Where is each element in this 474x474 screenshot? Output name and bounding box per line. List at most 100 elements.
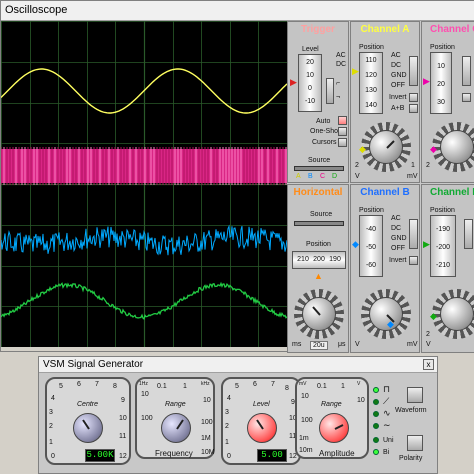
square-wave-icon: ⊓ — [383, 384, 391, 394]
channel-d-position-drum[interactable]: -190 -200 -210 — [430, 215, 456, 277]
scale-tick: 2 — [49, 423, 53, 430]
scale-tick: 11 — [119, 433, 127, 440]
drum-value: 120 — [365, 72, 377, 79]
scale-tick: 1 — [49, 439, 53, 446]
channel-b-position-drum[interactable]: -40 -50 -60 — [359, 215, 383, 277]
trigger-edge-switch[interactable] — [326, 78, 334, 104]
scale-tick: 1 — [183, 383, 187, 390]
drum-value: -50 — [365, 244, 377, 251]
knob-scale-left: 2 — [355, 162, 359, 169]
drum-value: -190 — [435, 226, 450, 233]
generator-titlebar[interactable]: VSM Signal Generator x — [39, 357, 437, 373]
horizontal-source-slider[interactable] — [294, 221, 344, 226]
trigger-source-slider[interactable] — [294, 166, 344, 171]
mode-gnd: GND — [391, 235, 407, 242]
invert-label: Invert — [389, 94, 407, 101]
channel-d-volts-knob[interactable] — [440, 297, 474, 331]
scale-tick: 8 — [113, 383, 117, 390]
channel-a-volts-knob[interactable] — [369, 130, 403, 164]
scale-tick: 1M — [201, 435, 211, 442]
horizontal-section: Horizontal Source Position 210 200 190 ▲… — [287, 184, 349, 353]
unit-left: V — [355, 173, 360, 180]
channel-c-title: Channel C — [430, 24, 474, 35]
horizontal-position-label: Position — [306, 241, 331, 248]
amplitude-range-knob[interactable] — [319, 413, 349, 443]
scale-tick: 10M — [201, 449, 215, 456]
level-label: Level — [253, 401, 270, 408]
waveform-label: Waveform — [395, 407, 427, 414]
drum-value: 140 — [365, 102, 377, 109]
scale-tick: 0.1 — [157, 383, 167, 390]
unit-right: mV — [407, 341, 418, 348]
close-button[interactable]: x — [423, 359, 434, 370]
scale-tick: 10 — [203, 397, 211, 404]
channel-b-invert-button[interactable] — [409, 256, 418, 265]
led-uni — [373, 437, 379, 443]
knob-scale-right: 1 — [411, 162, 415, 169]
centre-lcd: 5.00K — [85, 449, 115, 462]
scale-tick: 6 — [77, 381, 81, 388]
polarity-button[interactable] — [407, 435, 423, 451]
knob-pointer-icon — [256, 419, 264, 430]
scope-display — [0, 21, 288, 348]
scale-tick: 0 — [51, 453, 55, 460]
horizontal-arrow-icon: ▲ — [314, 271, 323, 281]
knob-pointer-icon — [334, 424, 344, 430]
channel-a-position-drum[interactable]: 110 120 130 140 — [359, 52, 383, 114]
timebase-knob[interactable] — [302, 297, 336, 331]
mode-ac: AC — [391, 52, 401, 59]
unit-right: mV — [407, 173, 418, 180]
channel-c-volts-knob[interactable] — [440, 130, 474, 164]
waveform-button[interactable] — [407, 387, 423, 403]
sum-label: A+B — [391, 105, 405, 112]
channel-b-coupling-switch[interactable] — [409, 219, 418, 249]
level-knob[interactable] — [247, 413, 277, 443]
channel-c-section: Channel C Position 10 20 30 ▶ ◆ 2 — [421, 21, 474, 183]
channel-d-coupling-switch[interactable] — [464, 219, 473, 249]
channel-c-knob-marker-icon: ◆ — [430, 144, 437, 154]
triangle-wave-icon: ∿ — [383, 408, 391, 418]
scale-tick: 7 — [271, 381, 275, 388]
timebase-value: 20u — [310, 341, 328, 350]
scale-tick: 1 — [341, 383, 345, 390]
cursors-button[interactable] — [338, 138, 347, 147]
frequency-range-knob[interactable] — [161, 413, 191, 443]
drum-value: 110 — [365, 57, 377, 64]
channel-a-sum-button[interactable] — [409, 104, 418, 113]
mode-ac: AC — [391, 215, 401, 222]
source-option-a: A — [296, 173, 301, 180]
channel-c-coupling-switch[interactable] — [462, 56, 471, 86]
channel-a-arrow-icon: ▶ — [352, 66, 359, 76]
oneshot-label: One-Shot — [310, 128, 340, 135]
channel-c-position-drum[interactable]: 10 20 30 — [430, 52, 452, 114]
oneshot-button[interactable] — [338, 127, 347, 136]
horizontal-position-drum[interactable]: 210 200 190 — [292, 251, 346, 269]
scale-tick: V — [357, 381, 361, 387]
channel-d-knob-marker-icon: ◆ — [430, 311, 437, 321]
centre-knob[interactable] — [73, 413, 103, 443]
level-dial-panel: Level 4 5 6 7 8 9 10 11 12 0 1 2 3 5.00 — [221, 377, 301, 465]
oscilloscope-titlebar[interactable]: Oscilloscope — [1, 1, 474, 21]
knob-scale-left: 2 — [426, 331, 430, 338]
sine-wave-icon: ∼ — [383, 420, 391, 430]
channel-c-invert-button[interactable] — [462, 93, 471, 102]
window-title: Oscilloscope — [5, 4, 68, 16]
scale-tick: 10 — [357, 397, 365, 404]
scale-tick: 10 — [301, 393, 309, 400]
auto-label: Auto — [316, 118, 331, 125]
scale-tick: 2 — [225, 423, 229, 430]
led-square — [373, 387, 379, 393]
unit-left: ms — [292, 341, 302, 348]
trigger-level-drum[interactable]: 20 10 0 -10 — [298, 54, 322, 112]
channel-d-arrow-icon: ▶ — [423, 239, 430, 249]
scale-tick: 8 — [285, 385, 289, 392]
centre-dial-panel: Centre 4 5 6 7 8 9 10 11 12 0 1 2 3 5.00… — [45, 377, 131, 465]
control-panel: Trigger Level 20 10 0 -10 ▶ AC DC ⌐ ¬ Au… — [287, 21, 474, 353]
channel-b-volts-knob[interactable] — [369, 297, 403, 331]
channel-a-coupling-switch[interactable] — [409, 56, 418, 86]
auto-button[interactable] — [338, 116, 347, 125]
channel-c-position-label: Position — [430, 44, 455, 51]
channel-a-invert-button[interactable] — [409, 93, 418, 102]
scale-tick: 3 — [225, 409, 229, 416]
scale-tick: kHz — [201, 381, 210, 387]
